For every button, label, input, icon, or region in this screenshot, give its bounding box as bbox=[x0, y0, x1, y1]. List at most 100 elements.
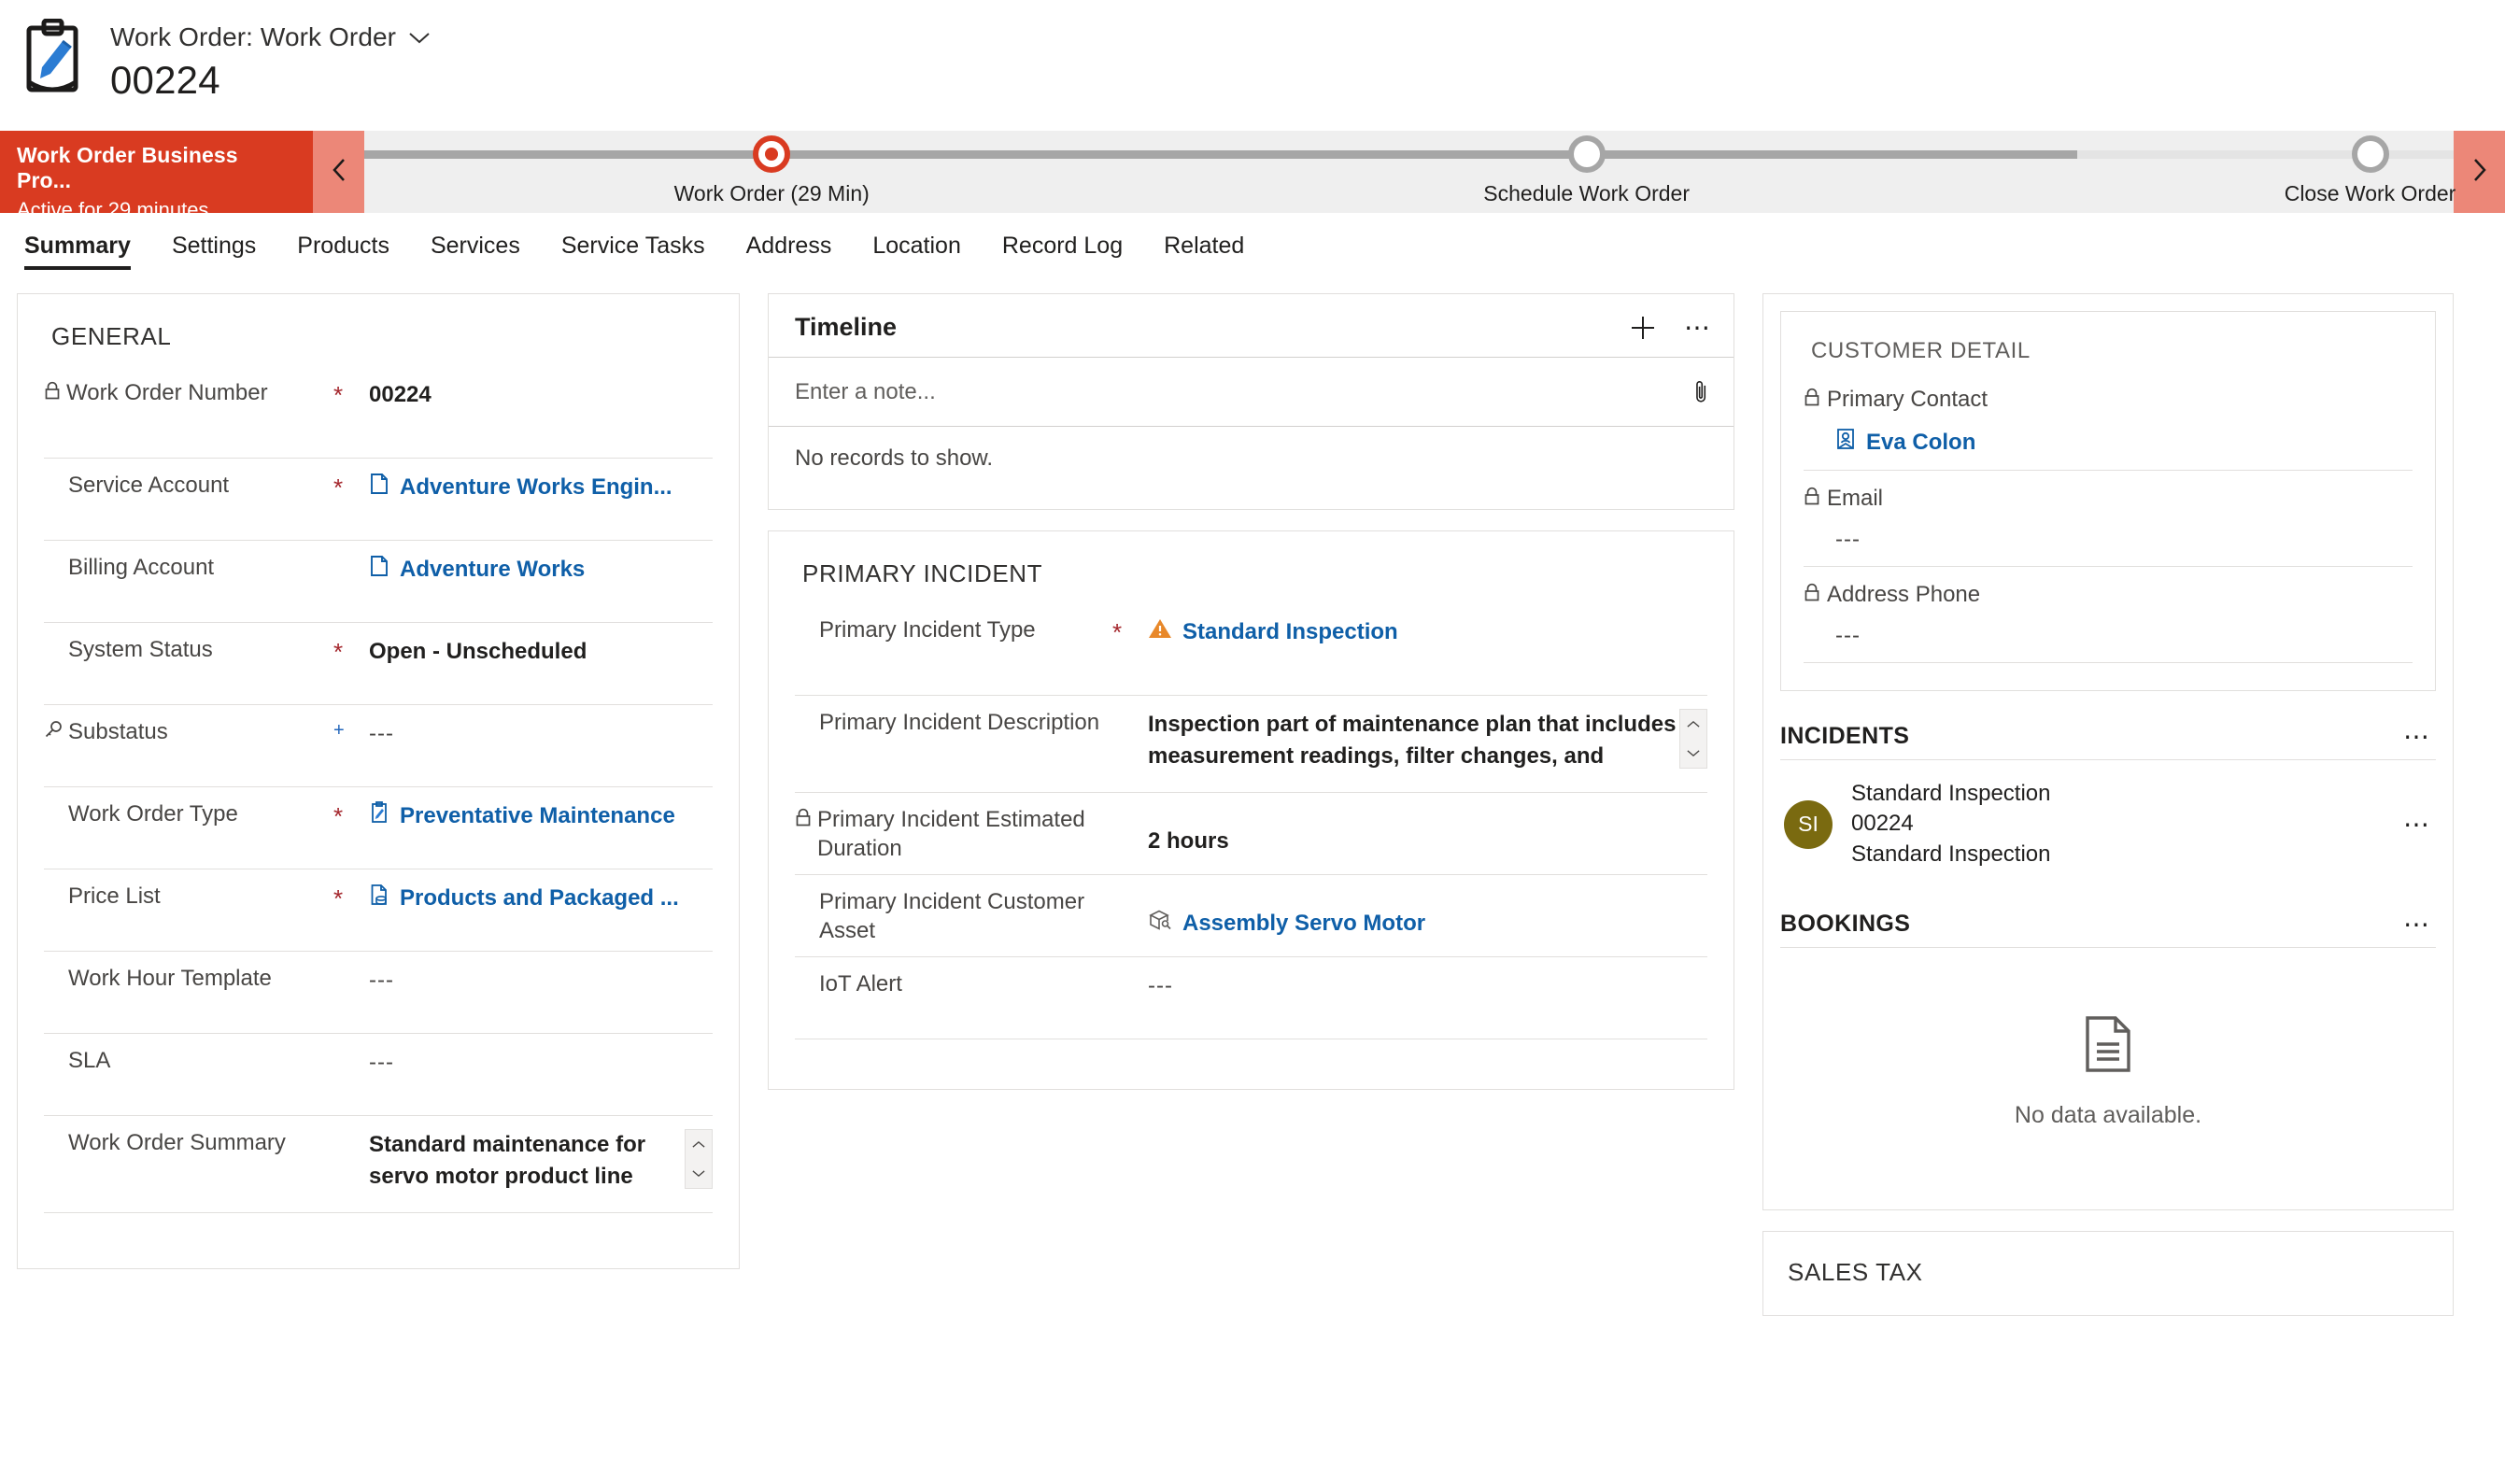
required-marker bbox=[333, 965, 369, 967]
field-value-link[interactable]: Assembly Servo Motor bbox=[1182, 909, 1425, 938]
plus-icon[interactable] bbox=[1630, 315, 1656, 341]
required-marker bbox=[333, 1047, 369, 1049]
column-general: GENERAL Work Order Number * 00224 Servic… bbox=[17, 293, 740, 1269]
lock-icon bbox=[1804, 486, 1820, 512]
field-value[interactable]: Inspection part of maintenance plan that… bbox=[1148, 709, 1679, 769]
chevron-up-icon[interactable] bbox=[686, 1130, 712, 1159]
field-value[interactable]: 2 hours bbox=[1148, 806, 1707, 855]
required-marker: * bbox=[333, 884, 344, 912]
chevron-down-icon[interactable] bbox=[686, 1159, 712, 1188]
more-icon[interactable]: ⋯ bbox=[2403, 911, 2432, 937]
required-marker bbox=[1112, 806, 1148, 808]
field-value[interactable]: --- bbox=[369, 1047, 713, 1077]
required-marker: * bbox=[333, 638, 344, 666]
bookings-title: BOOKINGS bbox=[1780, 911, 1911, 938]
timeline-empty-text: No records to show. bbox=[769, 426, 1734, 509]
field-label: System Status bbox=[68, 637, 213, 662]
field-value[interactable]: --- bbox=[1804, 527, 2413, 553]
tab-summary[interactable]: Summary bbox=[21, 213, 151, 279]
tab-related[interactable]: Related bbox=[1143, 213, 1265, 279]
field-value-link[interactable]: Preventative Maintenance bbox=[400, 801, 675, 830]
column-timeline-incident: Timeline ⋯ Enter a note... No records to… bbox=[768, 293, 1734, 1090]
field-value-link[interactable]: Adventure Works bbox=[400, 555, 585, 584]
more-icon[interactable]: ⋯ bbox=[1684, 314, 1713, 340]
list-item[interactable]: SI Standard Inspection 00224 Standard In… bbox=[1763, 760, 2453, 890]
tab-products[interactable]: Products bbox=[276, 213, 410, 279]
field-label: Primary Incident Description bbox=[819, 710, 1100, 735]
field-label: IoT Alert bbox=[819, 971, 902, 996]
field-label: Price List bbox=[68, 883, 161, 909]
field-value-link[interactable]: Eva Colon bbox=[1866, 430, 1975, 456]
field-value[interactable]: Standard Inspection bbox=[1148, 616, 1707, 647]
field-label-text: Work Order Number bbox=[66, 380, 268, 405]
tab-services[interactable]: Services bbox=[410, 213, 541, 279]
bpf-stage-close-work-order[interactable]: Close Work Order bbox=[2174, 131, 2505, 206]
incident-type: Standard Inspection bbox=[1851, 841, 2051, 867]
field-value[interactable]: --- bbox=[369, 965, 713, 995]
timeline-actions: ⋯ bbox=[1630, 314, 1713, 341]
required-marker bbox=[333, 554, 369, 556]
field-value[interactable]: Open - Unscheduled bbox=[369, 636, 713, 666]
note-input-placeholder[interactable]: Enter a note... bbox=[795, 379, 1693, 405]
paperclip-icon[interactable] bbox=[1693, 378, 1709, 405]
field-work-order-number: Work Order Number * 00224 bbox=[44, 375, 713, 458]
incident-name: Standard Inspection bbox=[1851, 781, 2051, 806]
incident-bottom-rule bbox=[795, 1039, 1707, 1065]
field-label-text: Email bbox=[1827, 486, 1884, 511]
field-value[interactable]: Adventure Works Engin... bbox=[369, 472, 713, 502]
scroll-stepper[interactable] bbox=[1679, 709, 1707, 769]
bpf-stage-work-order[interactable]: Work Order (29 Min) bbox=[575, 131, 968, 206]
field-value[interactable]: Preventative Maintenance bbox=[369, 800, 713, 831]
chevron-down-icon[interactable] bbox=[409, 32, 430, 44]
required-marker bbox=[1112, 970, 1148, 972]
field-value-link[interactable]: Standard Inspection bbox=[1182, 617, 1398, 646]
timeline-note-row[interactable]: Enter a note... bbox=[769, 357, 1734, 426]
field-label: Work Order Number bbox=[44, 379, 333, 408]
field-value[interactable]: 00224 bbox=[369, 379, 713, 409]
required-marker: * bbox=[1112, 618, 1123, 646]
bpf-previous-button[interactable] bbox=[313, 131, 364, 213]
field-value[interactable]: --- bbox=[369, 718, 713, 748]
field-value-link[interactable]: Adventure Works Engin... bbox=[400, 473, 672, 502]
avatar: SI bbox=[1784, 799, 1833, 849]
bookings-empty-text: No data available. bbox=[2014, 1102, 2202, 1129]
chevron-up-icon[interactable] bbox=[1680, 710, 1706, 739]
field-value[interactable]: Assembly Servo Motor bbox=[1148, 888, 1707, 939]
sales-tax-title: SALES TAX bbox=[1788, 1258, 1923, 1287]
tab-service-tasks[interactable]: Service Tasks bbox=[541, 213, 726, 279]
bpf-stage-label: Schedule Work Order bbox=[1483, 181, 1690, 205]
scroll-stepper[interactable] bbox=[685, 1129, 713, 1189]
field-value[interactable]: Adventure Works bbox=[369, 554, 713, 585]
field-label: Primary Incident Customer Asset bbox=[819, 889, 1085, 943]
field-label-text: Substatus bbox=[68, 719, 168, 744]
field-label: Primary Contact bbox=[1804, 387, 2413, 413]
field-value[interactable]: Products and Packaged ... bbox=[369, 883, 713, 913]
field-value-scrollbox[interactable]: Standard maintenance for servo motor pro… bbox=[369, 1129, 713, 1189]
bpf-stage-schedule-work-order[interactable]: Schedule Work Order bbox=[1391, 131, 1783, 206]
field-value-link[interactable]: Products and Packaged ... bbox=[400, 883, 679, 912]
bpf-name-block[interactable]: Work Order Business Pro... Active for 29… bbox=[0, 131, 313, 221]
bpf-name: Work Order Business Pro... bbox=[17, 143, 238, 192]
tab-location[interactable]: Location bbox=[852, 213, 982, 279]
field-label: Work Hour Template bbox=[68, 966, 272, 991]
field-value[interactable]: --- bbox=[1148, 970, 1707, 1000]
field-value[interactable]: Standard maintenance for servo motor pro… bbox=[369, 1129, 685, 1189]
tab-settings[interactable]: Settings bbox=[151, 213, 276, 279]
tab-address[interactable]: Address bbox=[726, 213, 853, 279]
field-value-scrollbox[interactable]: Inspection part of maintenance plan that… bbox=[1148, 709, 1707, 769]
field-value[interactable]: Eva Colon bbox=[1804, 428, 2413, 457]
field-label-text: Address Phone bbox=[1827, 582, 1981, 607]
required-marker: * bbox=[333, 473, 344, 502]
field-label-text: Primary Contact bbox=[1827, 387, 1988, 412]
customer-detail-title: CUSTOMER DETAIL bbox=[1811, 338, 2031, 363]
field-value[interactable]: --- bbox=[1804, 623, 2413, 649]
document-icon bbox=[2084, 1015, 2132, 1078]
more-icon[interactable]: ⋯ bbox=[2403, 723, 2432, 749]
field-label: Substatus bbox=[44, 718, 333, 747]
tab-record-log[interactable]: Record Log bbox=[982, 213, 1143, 279]
more-icon[interactable]: ⋯ bbox=[2403, 811, 2432, 837]
field-primary-incident-type: Primary Incident Type * Standard Inspect… bbox=[795, 613, 1707, 695]
chevron-down-icon[interactable] bbox=[1680, 739, 1706, 768]
entity-selector[interactable]: Work Order: Work Order bbox=[110, 22, 430, 52]
field-label-text: Primary Incident Estimated Duration bbox=[817, 807, 1085, 861]
